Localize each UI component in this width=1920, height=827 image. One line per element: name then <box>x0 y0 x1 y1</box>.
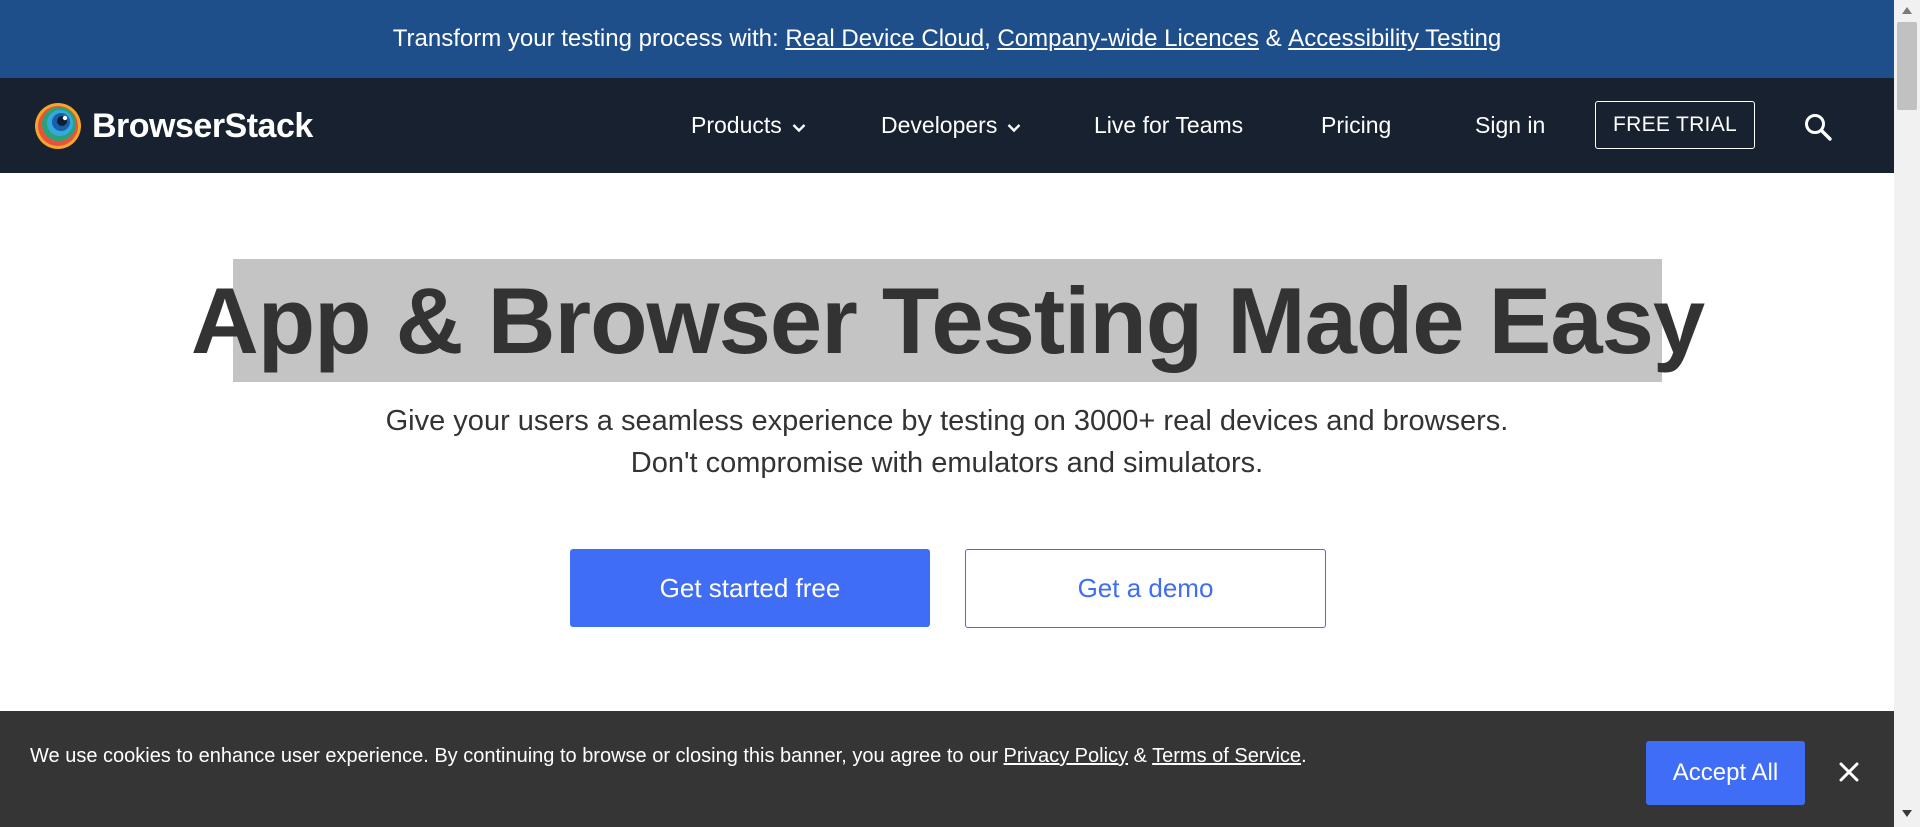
chevron-down-icon <box>1007 123 1021 132</box>
nav-item-pricing[interactable]: Pricing <box>1321 78 1391 173</box>
cookie-message-text: We use cookies to enhance user experienc… <box>30 745 1004 767</box>
cookie-amp: & <box>1128 745 1153 767</box>
get-a-demo-button[interactable]: Get a demo <box>965 549 1326 628</box>
brand-logo-link[interactable]: BrowserStack <box>34 100 313 152</box>
accept-all-button[interactable]: Accept All <box>1646 741 1805 805</box>
scrollbar-thumb[interactable] <box>1897 22 1917 110</box>
cookie-message: We use cookies to enhance user experienc… <box>30 745 1307 768</box>
promo-text: Transform your testing process with: <box>392 25 786 52</box>
chevron-down-icon <box>792 123 806 132</box>
free-trial-button[interactable]: FREE TRIAL <box>1595 101 1755 149</box>
vertical-scrollbar[interactable] <box>1894 0 1920 827</box>
hero-title: App & Browser Testing Made Easy <box>190 267 1705 373</box>
promo-separator: & <box>1258 25 1289 52</box>
promo-banner: Transform your testing process with: Rea… <box>0 0 1894 78</box>
close-icon[interactable] <box>1838 761 1860 783</box>
privacy-policy-link[interactable]: Privacy Policy <box>1004 745 1128 767</box>
brand-name: BrowserStack <box>92 106 313 145</box>
nav-item-label: Pricing <box>1321 112 1392 138</box>
main-navbar: BrowserStack Products Developers Live fo… <box>0 78 1894 173</box>
nav-item-products[interactable]: Products <box>691 78 806 173</box>
promo-link-real-device-cloud[interactable]: Real Device Cloud <box>785 25 984 53</box>
scroll-up-arrow-icon[interactable] <box>1902 6 1912 14</box>
cookie-period: . <box>1301 745 1307 767</box>
browserstack-home-page: Transform your testing process with: Rea… <box>0 0 1894 827</box>
promo-link-accessibility-testing[interactable]: Accessibility Testing <box>1288 25 1501 53</box>
get-started-free-button[interactable]: Get started free <box>570 549 930 627</box>
scroll-down-arrow-icon[interactable] <box>1902 810 1912 818</box>
nav-item-label: Developers <box>881 112 998 138</box>
nav-item-label: Products <box>691 112 782 138</box>
nav-item-live-for-teams[interactable]: Live for Teams <box>1094 78 1243 173</box>
nav-item-developers[interactable]: Developers <box>881 78 1021 173</box>
search-icon[interactable] <box>1803 112 1833 142</box>
promo-link-company-wide-licences[interactable]: Company-wide Licences <box>997 25 1258 53</box>
nav-item-label: Live for Teams <box>1094 112 1244 138</box>
nav-item-sign-in[interactable]: Sign in <box>1475 78 1545 173</box>
browserstack-logo-icon <box>35 103 81 149</box>
terms-of-service-link[interactable]: Terms of Service <box>1152 745 1301 767</box>
promo-separator: , <box>984 25 998 52</box>
hero-subtitle-line-1: Give your users a seamless experience by… <box>385 405 1509 437</box>
nav-item-label: Sign in <box>1475 112 1546 138</box>
cookie-consent-banner: We use cookies to enhance user experienc… <box>0 711 1894 827</box>
hero-subtitle-line-2: Don't compromise with emulators and simu… <box>630 447 1264 479</box>
